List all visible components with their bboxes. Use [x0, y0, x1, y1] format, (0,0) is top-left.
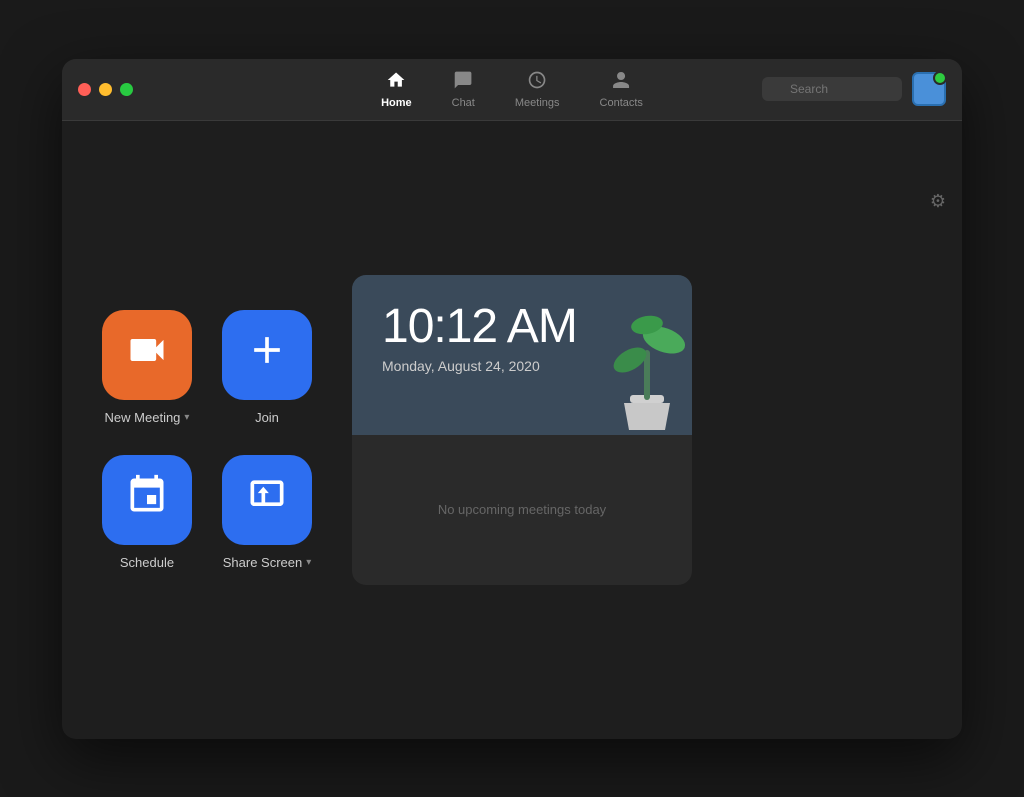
- new-meeting-chevron: ▾: [184, 412, 189, 423]
- clock-section: 10:12 AM Monday, August 24, 2020: [352, 275, 692, 435]
- tab-chat-label: Chat: [452, 97, 475, 109]
- schedule-label: Schedule: [120, 555, 174, 570]
- tab-home-label: Home: [381, 97, 412, 109]
- button-row-1: New Meeting ▾ Join: [102, 310, 312, 425]
- share-screen-label: Share Screen ▾: [223, 555, 312, 570]
- tab-home[interactable]: Home: [361, 64, 432, 115]
- home-icon: [386, 70, 406, 93]
- join-wrapper[interactable]: Join: [222, 310, 312, 425]
- share-screen-chevron: ▾: [306, 557, 311, 568]
- calendar-icon: [125, 473, 169, 526]
- meetings-icon: [527, 70, 547, 93]
- titlebar: Home Chat Meetings: [62, 59, 962, 121]
- chat-icon: [453, 70, 473, 93]
- new-meeting-label: New Meeting ▾: [105, 410, 190, 425]
- right-panel: 10:12 AM Monday, August 24, 2020: [352, 141, 922, 719]
- search-wrapper: 🔍: [762, 77, 902, 101]
- search-input[interactable]: [762, 77, 902, 101]
- join-label: Join: [255, 410, 279, 425]
- traffic-lights: [78, 83, 133, 96]
- titlebar-right: 🔍: [762, 72, 946, 106]
- left-panel: New Meeting ▾ Join: [102, 141, 312, 719]
- close-button[interactable]: [78, 83, 91, 96]
- schedule-wrapper[interactable]: Schedule: [102, 455, 192, 570]
- nav-tabs: Home Chat Meetings: [361, 64, 663, 115]
- main-content: New Meeting ▾ Join: [62, 121, 962, 739]
- button-row-2: Schedule Share Screen ▾: [102, 455, 312, 570]
- tab-chat[interactable]: Chat: [432, 64, 495, 115]
- tab-meetings[interactable]: Meetings: [495, 64, 580, 115]
- app-window: Home Chat Meetings: [62, 59, 962, 739]
- schedule-button[interactable]: [102, 455, 192, 545]
- tab-contacts-label: Contacts: [600, 97, 643, 109]
- maximize-button[interactable]: [120, 83, 133, 96]
- minimize-button[interactable]: [99, 83, 112, 96]
- new-meeting-wrapper[interactable]: New Meeting ▾: [102, 310, 192, 425]
- tab-meetings-label: Meetings: [515, 97, 560, 109]
- tab-contacts[interactable]: Contacts: [580, 64, 663, 115]
- plant-decoration: [602, 295, 692, 435]
- settings-gear[interactable]: ⚙: [930, 191, 946, 212]
- calendar-widget: 10:12 AM Monday, August 24, 2020: [352, 275, 692, 585]
- meetings-section: No upcoming meetings today: [352, 435, 692, 585]
- contacts-icon: [611, 70, 631, 93]
- no-meetings-text: No upcoming meetings today: [438, 502, 606, 517]
- new-meeting-button[interactable]: [102, 310, 192, 400]
- plus-icon: [245, 328, 289, 381]
- camera-icon: [125, 328, 169, 381]
- share-screen-button[interactable]: [222, 455, 312, 545]
- share-screen-wrapper[interactable]: Share Screen ▾: [222, 455, 312, 570]
- join-button[interactable]: [222, 310, 312, 400]
- avatar[interactable]: [912, 72, 946, 106]
- share-screen-icon: [245, 473, 289, 526]
